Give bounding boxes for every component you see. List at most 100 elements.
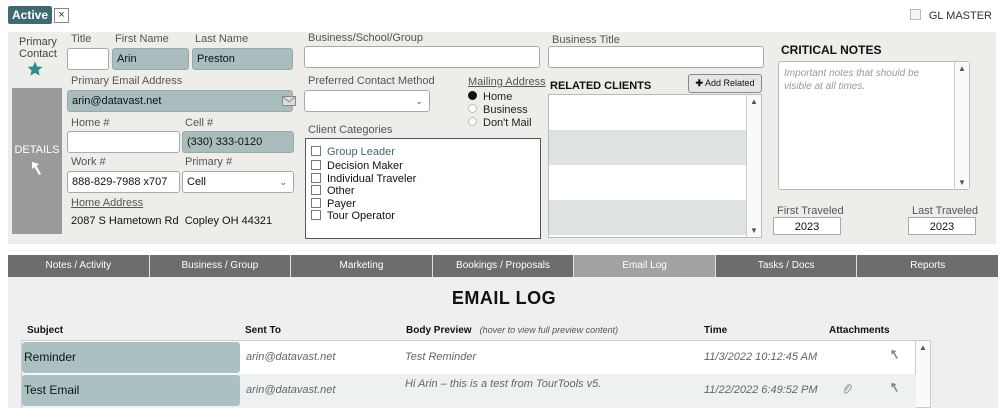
chevron-up-icon: ▲ xyxy=(958,64,966,73)
home-address-link[interactable]: Home Address xyxy=(71,197,143,209)
category-individual-traveler[interactable]: Individual Traveler xyxy=(311,173,416,185)
tab-reports[interactable]: Reports xyxy=(857,255,999,277)
mailing-option-dont-mail[interactable]: Don't Mail xyxy=(468,117,532,129)
mailing-option-label: Business xyxy=(483,104,528,116)
list-item[interactable] xyxy=(549,200,761,235)
business-title-label: Business Title xyxy=(552,34,620,46)
tab-bookings-proposals[interactable]: Bookings / Proposals xyxy=(432,255,575,277)
email-envelope-icon[interactable] xyxy=(282,96,296,109)
mailing-address-link[interactable]: Mailing Address xyxy=(468,76,546,88)
primary-number-value: Cell xyxy=(187,176,206,188)
related-scrollbar[interactable]: ▲ ▼ xyxy=(746,95,761,237)
chevron-up-icon: ▲ xyxy=(750,97,758,106)
checkbox[interactable] xyxy=(311,173,321,183)
related-clients-title: RELATED CLIENTS xyxy=(550,80,652,92)
status-clear-button[interactable]: × xyxy=(54,8,69,23)
open-arrow-icon[interactable] xyxy=(890,348,900,363)
checkbox[interactable] xyxy=(311,146,321,156)
tab-business-group[interactable]: Business / Group xyxy=(149,255,292,277)
column-subject: Subject xyxy=(27,325,64,336)
chevron-down-icon: ⌄ xyxy=(415,96,423,106)
checkbox[interactable] xyxy=(311,198,321,208)
category-group-leader[interactable]: Group Leader xyxy=(311,146,395,158)
checkbox[interactable] xyxy=(311,160,321,170)
table-row-sent-to: arin@datavast.net xyxy=(246,384,336,396)
category-label: Decision Maker xyxy=(327,160,403,172)
category-label: Individual Traveler xyxy=(327,173,417,185)
column-body-label: Body Preview xyxy=(406,325,472,336)
list-item[interactable] xyxy=(549,165,761,200)
critical-notes-placeholder: Important notes that should be visible a… xyxy=(784,68,920,92)
category-other[interactable]: Other xyxy=(311,185,355,197)
category-label: Tour Operator xyxy=(327,210,395,222)
column-body-preview: Body Preview (hover to view full preview … xyxy=(406,325,618,336)
paperclip-icon[interactable] xyxy=(842,383,852,398)
home-phone-label: Home # xyxy=(71,117,110,129)
gl-master-toggle[interactable]: GL MASTER xyxy=(909,9,992,22)
category-tour-operator[interactable]: Tour Operator xyxy=(311,210,395,222)
notes-scrollbar[interactable]: ▲ ▼ xyxy=(954,62,969,189)
last-traveled-label: Last Traveled xyxy=(912,205,979,217)
column-sent-to: Sent To xyxy=(245,325,281,336)
table-row-time: 11/22/2022 6:49:52 PM xyxy=(704,384,818,396)
work-phone-field[interactable]: 888-829-7988 x707 xyxy=(67,171,180,193)
primary-number-select[interactable]: Cell ⌄ xyxy=(182,171,294,193)
critical-notes-field[interactable]: Important notes that should be visible a… xyxy=(778,61,970,190)
primary-contact-label: Primary Contact xyxy=(19,36,57,60)
cell-phone-field[interactable]: (330) 333-0120 xyxy=(182,131,294,153)
last-name-field[interactable]: Preston xyxy=(192,48,293,70)
tab-notes-activity[interactable]: Notes / Activity xyxy=(8,255,150,277)
work-phone-label: Work # xyxy=(71,156,106,168)
category-label: Payer xyxy=(327,198,356,210)
gl-master-label: GL MASTER xyxy=(928,10,992,22)
mailing-option-label: Home xyxy=(483,91,513,103)
checkbox[interactable] xyxy=(311,210,321,220)
last-traveled-value: 2023 xyxy=(908,217,976,235)
table-row-body: Test Reminder xyxy=(405,351,477,363)
column-time: Time xyxy=(704,325,728,336)
checkbox[interactable] xyxy=(311,185,321,195)
plus-icon: ✚ xyxy=(695,78,703,88)
first-traveled-value: 2023 xyxy=(773,217,841,235)
last-name-label: Last Name xyxy=(195,33,249,45)
add-related-button[interactable]: ✚ Add Related xyxy=(688,74,762,93)
home-address-value: 2087 S Hametown Rd Copley OH 44321 xyxy=(71,215,273,227)
column-body-hint: (hover to view full preview content) xyxy=(479,325,619,335)
chevron-down-icon: ▼ xyxy=(958,178,966,187)
tab-email-log[interactable]: Email Log xyxy=(574,255,716,277)
mailing-option-home[interactable]: Home xyxy=(468,91,512,103)
preferred-contact-select[interactable]: ⌄ xyxy=(304,90,430,112)
list-item[interactable] xyxy=(549,130,761,165)
table-row-subject[interactable]: Test Email xyxy=(22,375,240,406)
first-name-field[interactable]: Arin xyxy=(112,48,189,70)
category-label: Group Leader xyxy=(327,146,395,158)
radio-icon xyxy=(468,117,477,126)
category-decision-maker[interactable]: Decision Maker xyxy=(311,160,403,172)
status-badge[interactable]: Active xyxy=(8,6,52,24)
tab-marketing[interactable]: Marketing xyxy=(291,255,433,277)
email-field[interactable]: arin@datavast.net xyxy=(67,90,293,112)
mailing-option-business[interactable]: Business xyxy=(468,104,528,116)
business-group-label: Business/School/Group xyxy=(308,32,423,44)
open-arrow-icon[interactable] xyxy=(890,381,900,396)
star-icon[interactable] xyxy=(26,60,44,81)
list-item[interactable] xyxy=(549,95,761,130)
tab-tasks-docs[interactable]: Tasks / Docs xyxy=(715,255,858,277)
section-tabs: Notes / Activity Business / Group Market… xyxy=(8,255,999,277)
home-phone-field[interactable] xyxy=(67,131,180,153)
column-attachments: Attachments xyxy=(829,325,890,336)
chevron-down-icon: ⌄ xyxy=(279,177,287,187)
business-title-field[interactable] xyxy=(548,46,764,68)
email-label: Primary Email Address xyxy=(71,75,183,87)
category-payer[interactable]: Payer xyxy=(311,198,356,210)
business-group-field[interactable] xyxy=(304,46,540,68)
client-categories-list: Group Leader Decision Maker Individual T… xyxy=(305,138,541,239)
gl-master-checkbox[interactable] xyxy=(909,9,921,20)
title-field[interactable] xyxy=(67,48,109,70)
table-row-subject[interactable]: Reminder xyxy=(22,342,240,373)
table-row-body: Hi Arin – this is a test from TourTools … xyxy=(405,378,602,390)
critical-notes-title: CRITICAL NOTES xyxy=(781,43,882,57)
email-log-scrollbar[interactable]: ▲ xyxy=(915,341,930,407)
details-button[interactable]: DETAILS xyxy=(12,88,62,234)
client-categories-label: Client Categories xyxy=(308,124,393,136)
